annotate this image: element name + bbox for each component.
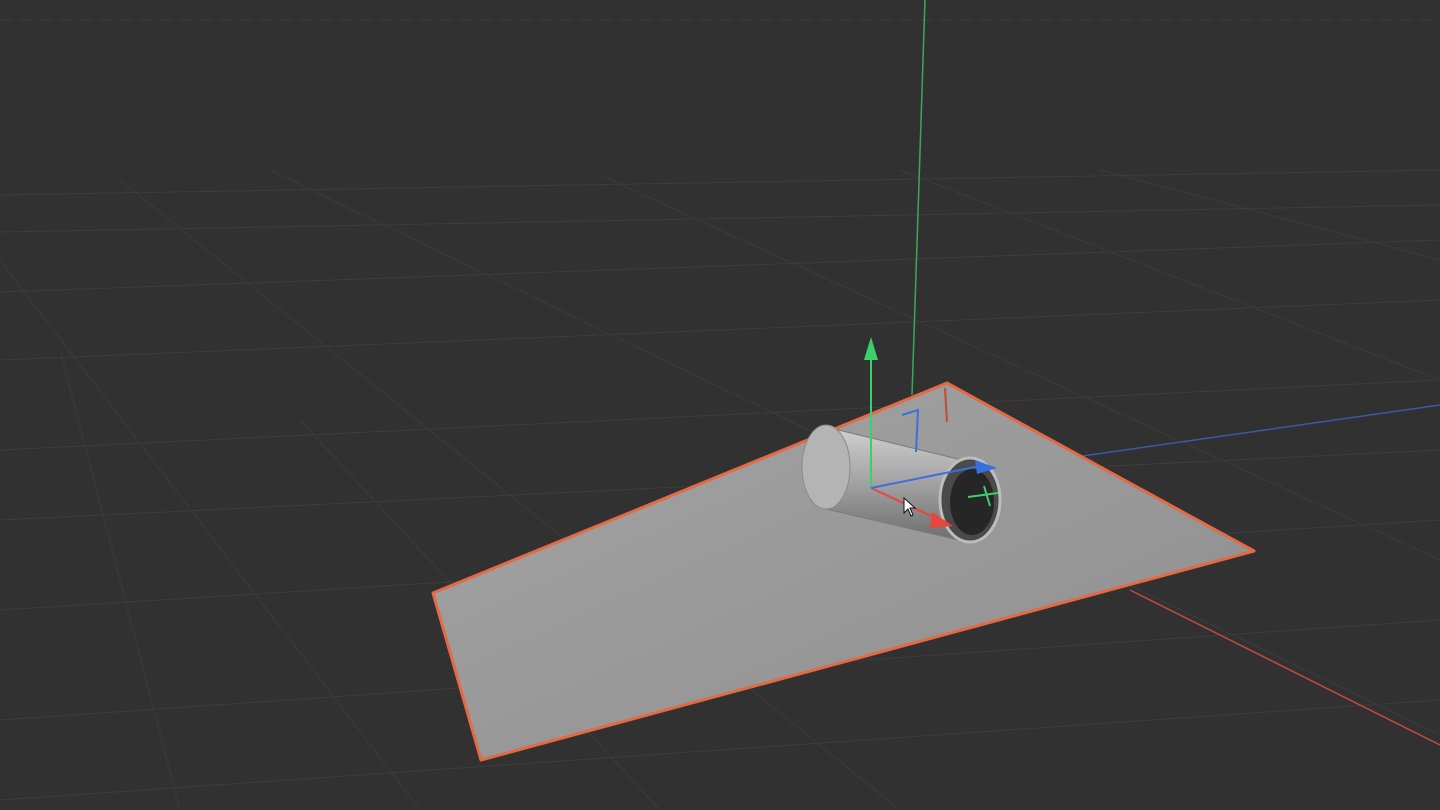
3d-viewport[interactable] bbox=[0, 0, 1440, 810]
world-axes bbox=[911, 0, 1440, 746]
arrow-cursor-icon bbox=[903, 497, 917, 517]
viewport-canvas[interactable] bbox=[0, 0, 1440, 810]
world-x-axis bbox=[1129, 589, 1440, 746]
world-y-axis bbox=[911, 0, 926, 396]
gizmo-y-arrow-icon bbox=[864, 337, 878, 360]
